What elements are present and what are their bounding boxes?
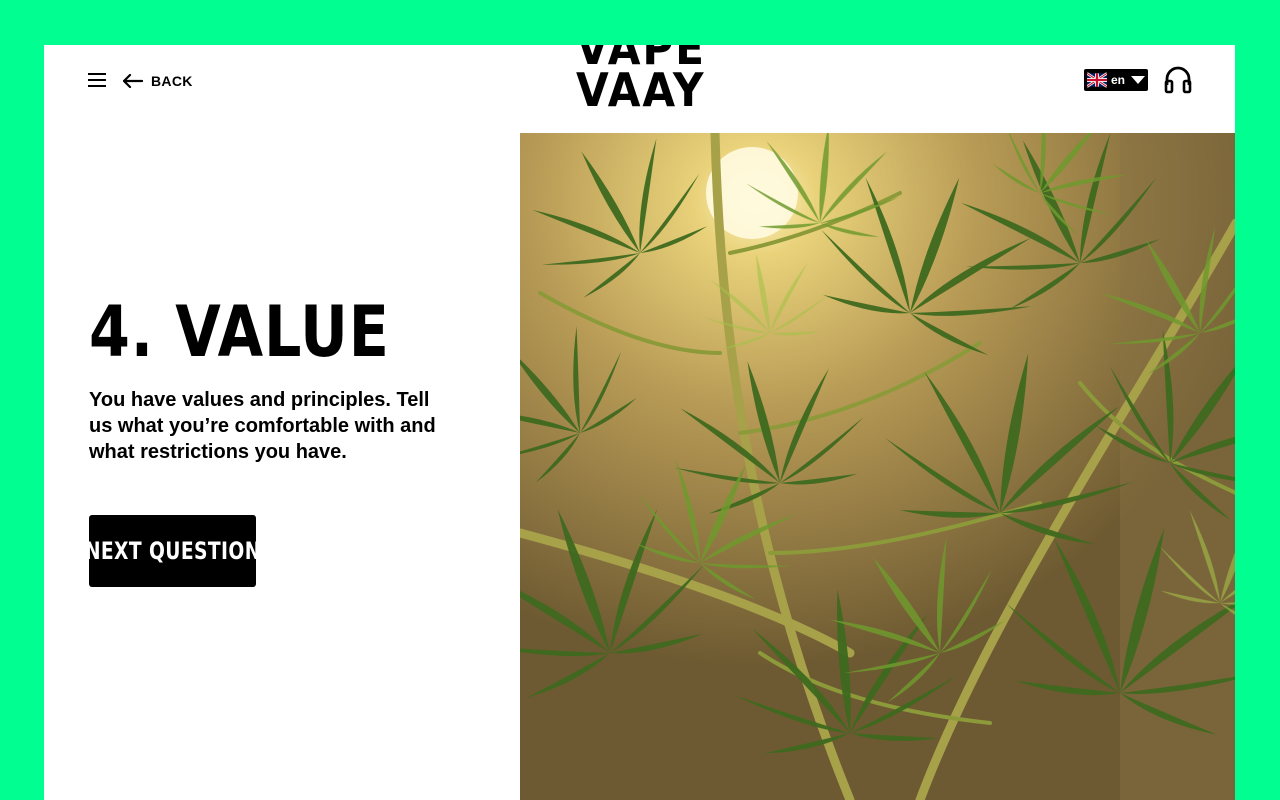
question-description: You have values and principles. Tell us … <box>89 389 436 463</box>
arrow-left-icon <box>123 74 143 88</box>
logo-line-2: VAAY <box>576 63 706 117</box>
hamburger-menu-icon[interactable] <box>88 73 106 89</box>
top-bar: BACK VAPE VAAY en <box>44 45 1235 133</box>
uk-flag-icon <box>1087 72 1107 88</box>
headphones-icon[interactable] <box>1164 66 1192 94</box>
back-label: BACK <box>151 73 193 89</box>
page-card: BACK VAPE VAAY en 4. VALUE You have valu… <box>44 45 1235 800</box>
next-question-button[interactable]: NEXT QUESTION <box>85 515 260 587</box>
next-question-label: NEXT QUESTION <box>84 537 261 565</box>
caret-down-icon <box>1131 76 1145 84</box>
question-panel: 4. VALUE You have values and principles.… <box>89 295 469 465</box>
question-title: 4. VALUE <box>89 291 390 373</box>
back-button[interactable]: BACK <box>123 71 193 91</box>
language-code: en <box>1110 73 1125 87</box>
cannabis-plant-photo <box>520 133 1235 800</box>
language-selector[interactable]: en <box>1084 69 1148 91</box>
vape-vaay-logo[interactable]: VAPE VAAY <box>576 45 706 117</box>
